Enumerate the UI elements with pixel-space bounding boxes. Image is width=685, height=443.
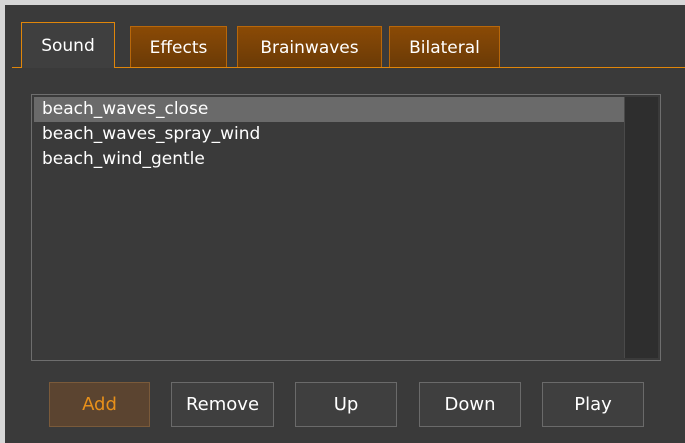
list-item[interactable]: beach_wind_gentle: [34, 147, 626, 172]
tab-sound[interactable]: Sound: [21, 22, 115, 68]
play-button[interactable]: Play: [542, 382, 644, 427]
sound-list[interactable]: beach_waves_close beach_waves_spray_wind…: [31, 94, 661, 361]
tab-effects-label: Effects: [149, 37, 208, 58]
tab-bilateral[interactable]: Bilateral: [389, 26, 500, 68]
tab-brainwaves[interactable]: Brainwaves: [237, 26, 382, 68]
list-item[interactable]: beach_waves_close: [34, 97, 626, 122]
list-item[interactable]: beach_waves_spray_wind: [34, 122, 626, 147]
tab-sound-label: Sound: [41, 35, 95, 56]
tab-brainwaves-label: Brainwaves: [260, 37, 359, 58]
move-down-button[interactable]: Down: [419, 382, 521, 427]
remove-button[interactable]: Remove: [171, 382, 274, 427]
add-button[interactable]: Add: [49, 382, 150, 427]
sound-list-items: beach_waves_close beach_waves_spray_wind…: [34, 97, 626, 172]
tab-bar: Sound Effects Brainwaves Bilateral: [5, 5, 685, 68]
tab-bilateral-label: Bilateral: [409, 37, 480, 58]
move-up-button[interactable]: Up: [295, 382, 397, 427]
vertical-scrollbar[interactable]: [624, 97, 658, 358]
tab-effects[interactable]: Effects: [130, 26, 227, 68]
sound-panel-window: Sound Effects Brainwaves Bilateral beach…: [5, 5, 685, 443]
